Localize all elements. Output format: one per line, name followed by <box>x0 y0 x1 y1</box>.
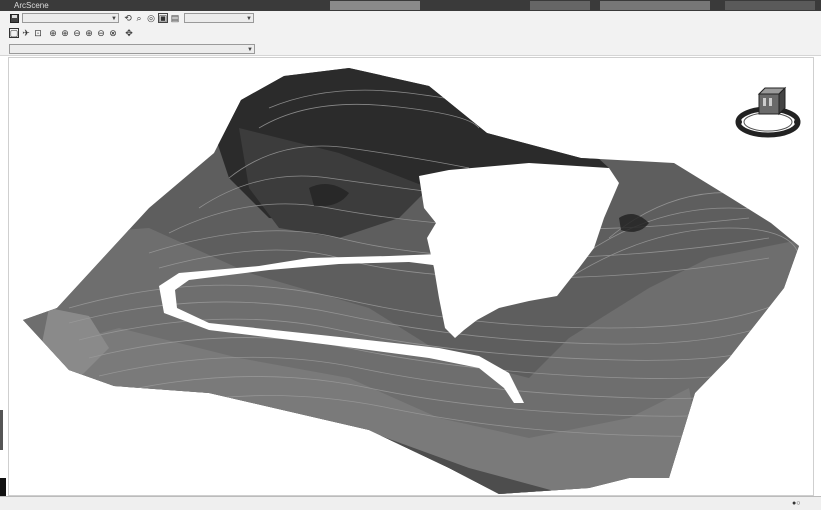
window-title: ArcScene <box>14 1 49 10</box>
taskbar-item[interactable] <box>600 1 710 10</box>
chevron-down-icon: ▼ <box>247 47 253 53</box>
navigate-icon[interactable]: ▢ <box>9 28 19 38</box>
zoom-in-icon[interactable]: ⌕ <box>134 13 144 23</box>
zoom-out-icon[interactable]: ⊖ <box>72 28 82 38</box>
layer-select[interactable]: ▼ <box>22 13 119 23</box>
taskbar-item[interactable] <box>725 1 815 10</box>
terrain-surface <box>23 68 799 494</box>
zoom-out-icon[interactable]: ⊖ <box>96 28 106 38</box>
target-select[interactable]: ▼ <box>184 13 254 23</box>
full-extent-icon[interactable]: ⊗ <box>108 28 118 38</box>
tools-toolbar: ▢ ✈ ⊡ ⊕ ⊕ ⊖ ⊕ ⊖ ⊗ ✥ <box>0 25 821 43</box>
layer-combo[interactable]: ▼ <box>9 44 255 54</box>
status-bar: ●○ <box>0 496 821 510</box>
fly-icon[interactable]: ✈ <box>21 28 31 38</box>
pan-icon[interactable]: ✥ <box>124 28 134 38</box>
title-bar: ArcScene <box>0 0 821 11</box>
scene-viewport[interactable] <box>8 57 814 496</box>
zoom-in-icon[interactable]: ⊕ <box>84 28 94 38</box>
taskbar-item[interactable] <box>330 1 420 10</box>
layer-toolbar: ▼ <box>0 42 821 56</box>
identify-icon[interactable]: ▤ <box>170 13 180 23</box>
target-center-icon[interactable]: ⊡ <box>33 28 43 38</box>
status-indicator-icon: ●○ <box>792 500 801 507</box>
chevron-down-icon: ▼ <box>246 16 252 22</box>
navigate-icon[interactable]: ⟲ <box>123 13 133 23</box>
taskbar-item[interactable] <box>530 1 590 10</box>
zoom-in-icon[interactable]: ⊕ <box>48 28 58 38</box>
globe-icon[interactable]: ◎ <box>146 13 156 23</box>
chevron-down-icon: ▼ <box>111 16 117 22</box>
save-icon[interactable] <box>9 13 19 23</box>
zoom-in-icon[interactable]: ⊕ <box>60 28 70 38</box>
select-icon[interactable]: ▣ <box>158 13 168 23</box>
navigation-compass-icon[interactable] <box>733 84 803 144</box>
main-toolbar: ▼ ⟲ ⌕ ◎ ▣ ▤ ▼ <box>0 11 821 26</box>
splitter[interactable] <box>0 410 3 450</box>
